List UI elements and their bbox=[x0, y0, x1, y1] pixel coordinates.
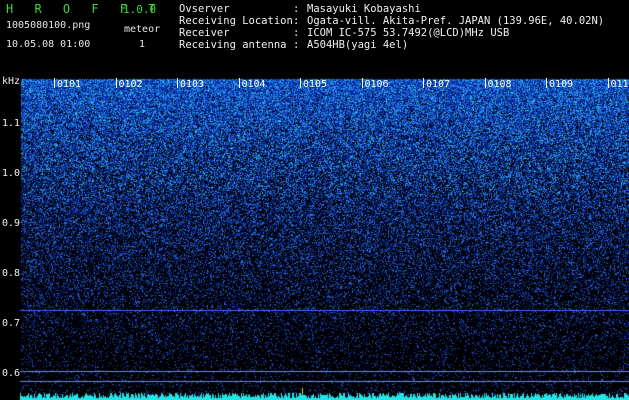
info-value: Ogata-vill. Akita-Pref. JAPAN (139.96E, … bbox=[307, 15, 605, 27]
x-tick-label: 0107 bbox=[426, 79, 451, 90]
info-row-receiver: Receiver: ICOM IC-575 53.7492(@LCD)MHz U… bbox=[179, 28, 509, 39]
x-tick-mark bbox=[484, 78, 486, 88]
x-tick-mark bbox=[423, 78, 424, 88]
y-tick-label: 0.6 bbox=[2, 368, 21, 379]
x-tick-mark bbox=[361, 78, 363, 88]
info-value: A504HB(yagi 4el) bbox=[307, 39, 409, 51]
meteor-count: 1 bbox=[139, 39, 146, 50]
capture-datetime: 10.05.08 01:00 bbox=[6, 39, 91, 50]
info-value: ICOM IC-575 53.7492(@LCD)MHz USB bbox=[307, 27, 510, 39]
meteor-label: meteor bbox=[124, 24, 161, 35]
x-tick-label: 0108 bbox=[487, 79, 512, 90]
x-tick-label: 0110 bbox=[610, 79, 629, 90]
x-tick-mark bbox=[238, 78, 240, 88]
info-colon: : bbox=[293, 15, 306, 27]
x-tick-label: 0103 bbox=[180, 79, 205, 90]
app-version: 1.0.0 bbox=[123, 3, 157, 16]
y-tick-label: 0.8 bbox=[2, 268, 21, 279]
info-row-observer: Ovserver: Masayuki Kobayashi bbox=[179, 4, 421, 15]
info-colon: : bbox=[293, 39, 306, 51]
info-key: Receiving Location bbox=[179, 15, 293, 27]
y-tick-label: 0.7 bbox=[2, 318, 21, 329]
x-tick-label: 0102 bbox=[118, 79, 143, 90]
x-tick-label: 0101 bbox=[57, 79, 82, 90]
x-tick-label: 0106 bbox=[364, 79, 389, 90]
x-tick-label: 0109 bbox=[549, 79, 574, 90]
info-row-location: Receiving Location: Ogata-vill. Akita-Pr… bbox=[179, 16, 604, 27]
x-tick-mark bbox=[607, 78, 609, 88]
spectrogram-canvas bbox=[0, 76, 629, 400]
info-key: Receiving antenna bbox=[179, 39, 287, 51]
info-colon: : bbox=[293, 27, 306, 39]
x-tick-label: 0105 bbox=[303, 79, 328, 90]
x-tick-mark bbox=[300, 78, 301, 88]
y-tick-label: 1.1 bbox=[2, 118, 21, 129]
info-key: Ovserver bbox=[179, 3, 230, 15]
y-tick-label: 1.0 bbox=[2, 168, 21, 179]
x-tick-mark bbox=[177, 78, 178, 88]
info-colon: : bbox=[293, 3, 306, 15]
y-axis-unit: kHz bbox=[2, 76, 21, 87]
info-row-antenna: Receiving antenna: A504HB(yagi 4el) bbox=[179, 40, 408, 51]
info-value: Masayuki Kobayashi bbox=[307, 3, 421, 15]
y-tick-label: 0.9 bbox=[2, 218, 21, 229]
image-filename: 1005080100.png bbox=[6, 20, 91, 31]
info-key: Receiver bbox=[179, 27, 230, 39]
x-tick-mark bbox=[546, 78, 547, 88]
x-tick-mark bbox=[54, 78, 55, 88]
x-tick-label: 0104 bbox=[241, 79, 266, 90]
x-tick-mark bbox=[115, 78, 117, 88]
header-panel: H R O F F T 1.0.0 1005080100.png meteor … bbox=[0, 0, 629, 76]
spectrogram: kHz 1.1 1.0 0.9 0.8 0.7 0.6 0101 0102 0103 0104 0… bbox=[0, 76, 629, 400]
